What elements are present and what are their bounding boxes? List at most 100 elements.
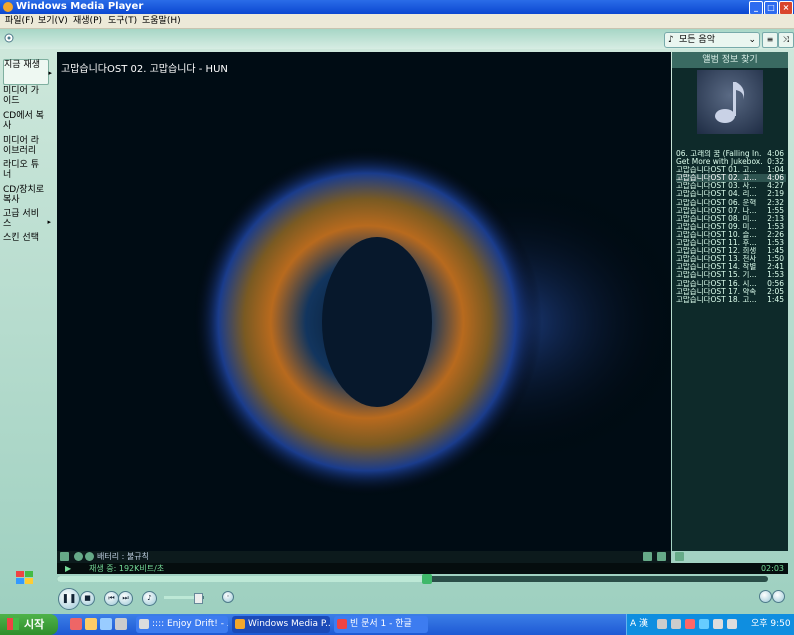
tray-icon-4[interactable] [699,619,709,629]
menu-play[interactable]: 재생(P) [73,14,102,28]
task-enjoy-drift[interactable]: :::: Enjoy Drift! - 크... [136,616,228,633]
task-label: :::: Enjoy Drift! - 크... [152,619,228,629]
playlist-item-title: 고맙습니다OST 02. 고... [676,174,757,183]
playlist-item-title: 고맙습니다OST 06. 운혁 [676,198,757,207]
playlist-item-title: 고맙습니다OST 04. 리... [676,190,757,199]
volume-tray-icon[interactable] [727,619,737,629]
system-tray: A 漢 오후 9:50 [626,614,794,635]
pause-button[interactable]: ❚❚ [58,588,80,610]
minimize-button[interactable]: _ [749,1,763,15]
shuffle-button[interactable]: ⤨ [778,32,794,48]
close-button[interactable]: × [779,1,793,15]
status-text: 재생 중: 192K비트/초 [89,564,165,573]
nav-media-guide[interactable]: 미디어 가이드 [3,86,47,106]
window-title: Windows Media Player [16,1,144,12]
visualization-label: 배터리 : 불규칙 [97,552,149,561]
next-button[interactable]: ⏭ [118,591,133,606]
mute-button[interactable]: ♪ [142,591,157,606]
tray-icon-5[interactable] [713,619,723,629]
task-label: 빈 문서 1 - 한글 [350,619,412,629]
task-hangul[interactable]: 빈 문서 1 - 한글 [334,616,428,633]
nav-rip-cd[interactable]: CD에서 복사 [3,111,47,131]
ime-indicator[interactable]: A 漢 [630,614,648,635]
pause-icon: ❚❚ [61,594,77,604]
nav-label: CD에서 복사 [3,111,44,131]
firefox-icon[interactable] [70,618,82,630]
album-art [697,70,763,134]
next-icon: ⏭ [122,594,129,602]
playlist-item-title: 고맙습니다OST 14. 작별 [676,263,757,272]
nav-burn[interactable]: CD/장치로 복사 [3,185,47,205]
playlist-item-title: 고맙습니다OST 15. 기... [676,271,757,280]
folder-icon[interactable] [85,618,97,630]
prev-visualization-icon[interactable] [74,552,83,561]
info-icon: ◦ [226,593,230,600]
collapse-icon[interactable] [4,33,14,43]
start-button[interactable]: 시작 [0,614,58,635]
volume-fill [164,596,198,599]
wmp-icon [3,2,13,12]
previous-button[interactable]: ⏮ [104,591,119,606]
stop-button[interactable]: ■ [80,591,95,606]
menu-file[interactable]: 파일(F) [5,14,34,28]
windows-logo [16,571,33,584]
menu-help[interactable]: 도움말(H) [142,14,181,28]
compact-mode-button[interactable] [759,590,772,603]
playlist-item-title: 고맙습니다OST 09. 미... [676,222,757,231]
start-label: 시작 [24,618,45,631]
menu-view[interactable]: 보기(V) [38,14,68,28]
nav-premium[interactable]: 고급 서비스 ▸ [3,209,51,229]
seek-thumb[interactable] [421,574,432,584]
tray-icon-2[interactable] [671,619,681,629]
playlist-item-title: 고맙습니다OST 08. 미... [676,214,757,223]
volume-thumb[interactable] [194,593,203,604]
status-bar: ▶ 재생 중: 192K비트/초 02:03 [57,563,788,574]
volume-slider[interactable] [164,593,204,604]
nav-library[interactable]: 미디어 라이브러리 [3,136,47,156]
fullscreen-icon[interactable] [643,552,652,561]
playlist-item-title: 고맙습니다OST 12. 희생 [676,247,757,256]
visualization-controls: 배터리 : 불규칙 [57,551,684,563]
seek-fill [57,576,427,582]
library-selector[interactable]: ♪ 모든 음악 ⌄ [664,32,760,48]
clock[interactable]: 오후 9:50 [751,614,791,635]
nav-label: 라디오 튜너 [3,160,39,180]
playlist-item-title: 고맙습니다OST 03. 사... [676,182,757,191]
visualization-area[interactable]: 고맙습니다OST 02. 고맙습니다 - HUN [57,52,671,551]
show-desktop-icon[interactable] [115,618,127,630]
seek-bar[interactable] [57,574,768,584]
music-note-icon: ♪ [668,35,674,45]
visualization-select-icon[interactable] [60,552,69,561]
playlist-item[interactable]: 고맙습니다OST 18. 고... 1:45 [676,294,786,304]
album-info-header[interactable]: 앨범 정보 찾기 [672,52,788,68]
library-selector-label: 모든 음악 [679,35,715,45]
panel-toggle-icon[interactable] [675,552,684,561]
tray-icon-1[interactable] [657,619,667,629]
nav-label: 지금 재생 [4,60,40,70]
nav-now-playing[interactable]: 지금 재생 ▸ [3,59,52,85]
elapsed-time: 02:03 [760,564,784,573]
nav-radio[interactable]: 라디오 튜너 [3,160,47,180]
task-wmp[interactable]: Windows Media P... [232,616,330,633]
next-visualization-icon[interactable] [85,552,94,561]
nav-label: 미디어 라이브러리 [3,136,39,156]
maximize-button[interactable]: □ [764,1,778,15]
nav-skin[interactable]: 스킨 선택 [3,233,47,243]
playlist-item-duration: 1:45 [767,294,784,304]
mute-icon: ♪ [147,594,152,602]
nav-label: 스킨 선택 [3,233,39,243]
skin-mode-button[interactable] [772,590,785,603]
menu-tools[interactable]: 도구(T) [108,14,137,28]
tray-icon-3[interactable] [685,619,695,629]
playlist-item-title: 06. 고래의 꿈 (Falling In... [676,150,762,158]
playlist-options-button[interactable]: ≡ [762,32,778,48]
hangul-icon [337,619,347,629]
ie-icon[interactable] [100,618,112,630]
playlist-item-title: 고맙습니다OST 01. 고... [676,166,757,175]
play-indicator-icon: ▶ [65,564,72,573]
video-settings-icon[interactable] [657,552,666,561]
playlist-item-title: 고맙습니다OST 17. 약속 [676,287,757,296]
task-label: Windows Media P... [248,619,330,629]
info-button[interactable]: ◦ [222,591,234,603]
playlist-item-title: 고맙습니다OST 11. 후... [676,239,757,248]
